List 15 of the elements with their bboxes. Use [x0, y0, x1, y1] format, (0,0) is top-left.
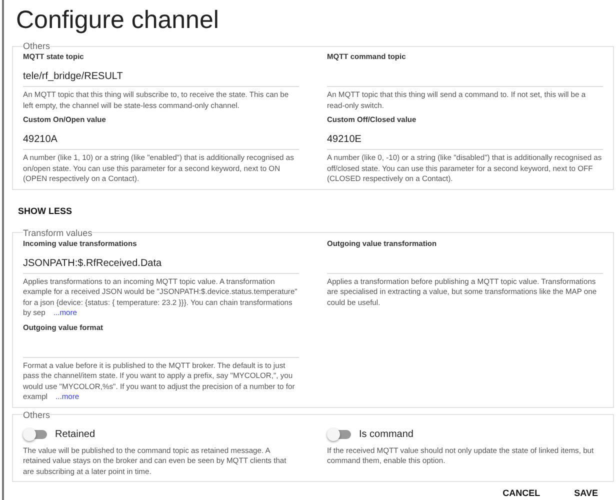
input-field[interactable]: 49210E: [327, 133, 603, 150]
toggle-switch[interactable]: [329, 430, 351, 438]
dialog-button[interactable]: CANCEL: [500, 484, 542, 500]
section-legend: Others: [23, 410, 50, 420]
section-legend: Transform values: [23, 228, 92, 238]
toggle-label: Is command: [359, 428, 414, 440]
dialog-title: Configure channel: [16, 6, 220, 35]
toggle-label: Retained: [55, 428, 96, 440]
input-field[interactable]: JSONPATH:$.RfReceived.Data: [23, 256, 299, 274]
section-legend: Others: [23, 41, 50, 51]
toggle-switch[interactable]: [25, 430, 47, 438]
input-field[interactable]: tele/rf_bridge/RESULT: [23, 70, 299, 87]
dialog-button[interactable]: SAVE: [572, 484, 600, 500]
input-field[interactable]: 49210A: [23, 133, 299, 150]
show-less-button[interactable]: SHOW LESS: [18, 206, 72, 216]
